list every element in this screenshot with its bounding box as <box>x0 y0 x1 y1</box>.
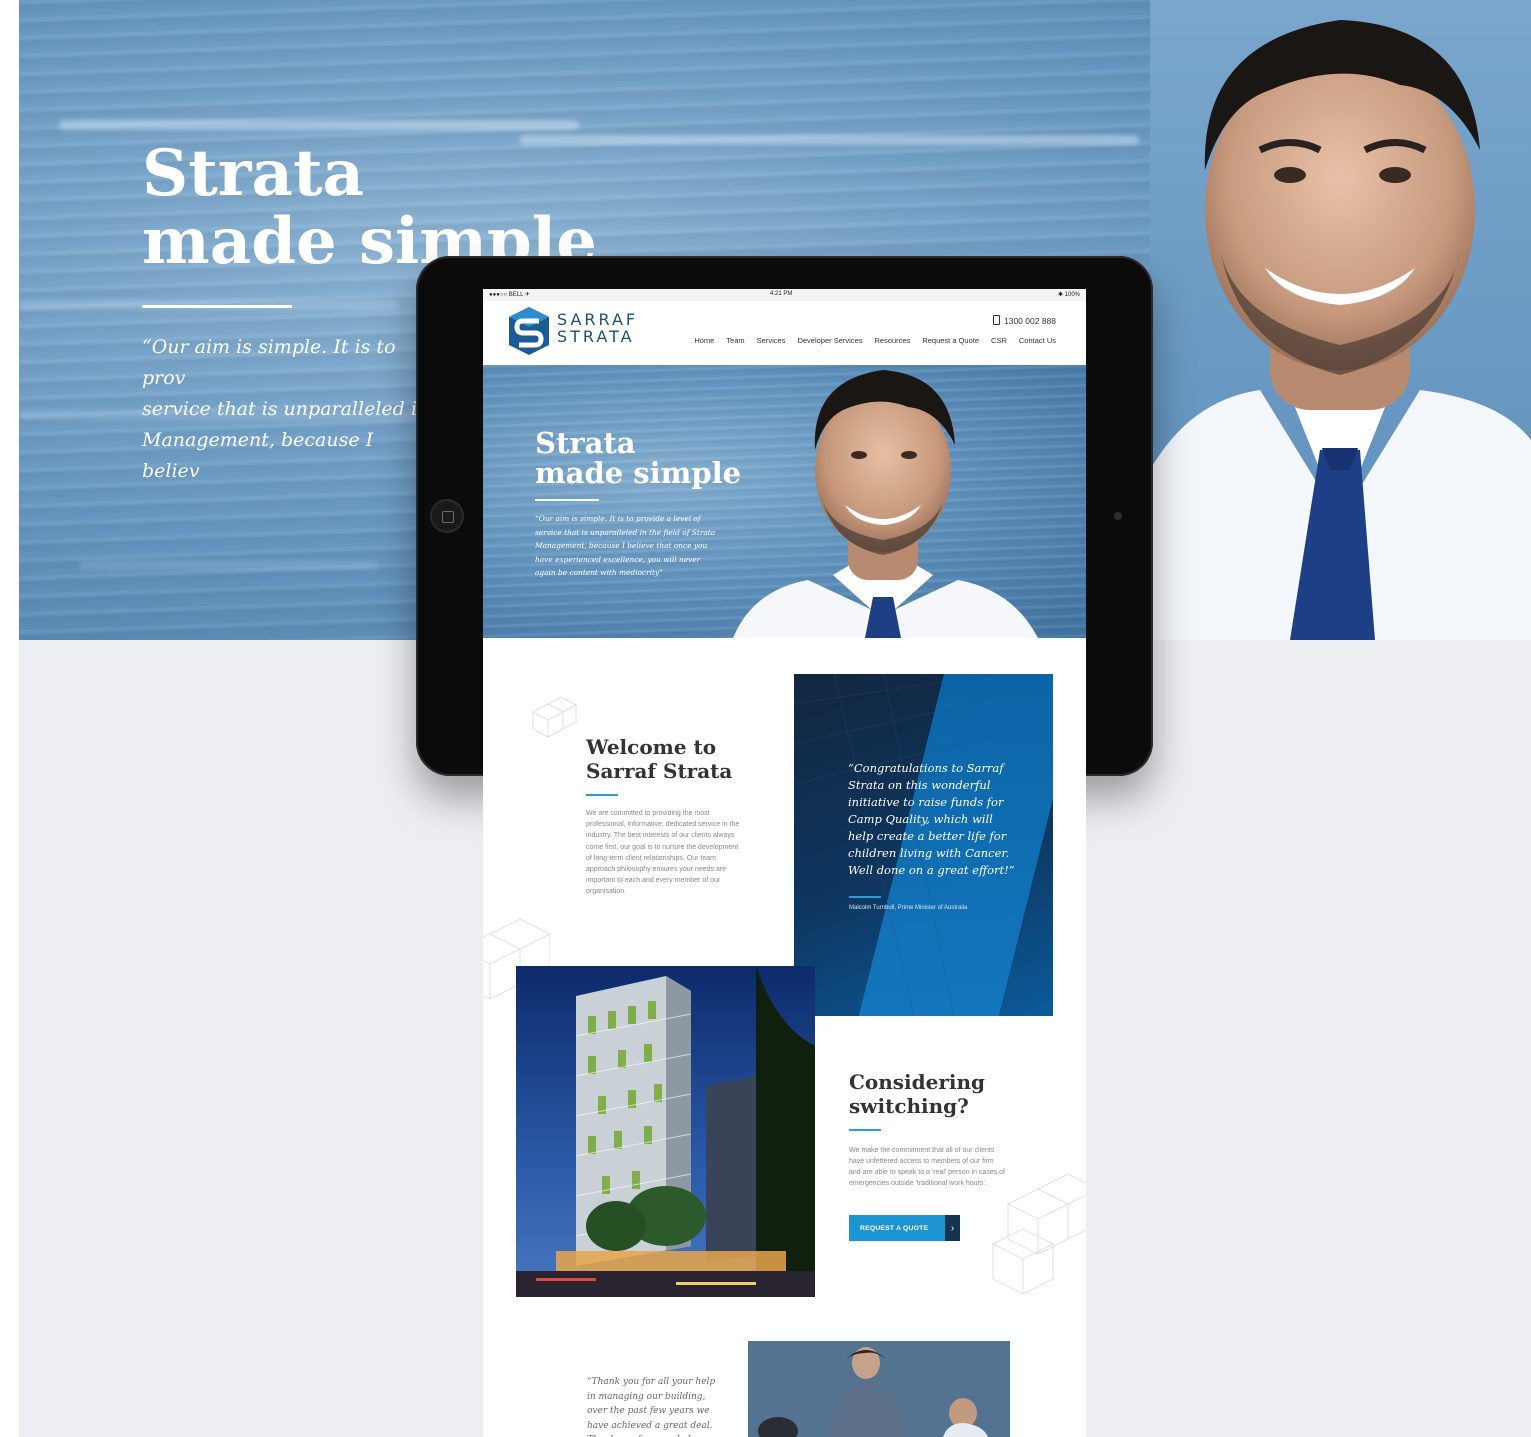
background-hero-quote: “Our aim is simple. It is to prov servic… <box>142 336 429 492</box>
request-quote-button[interactable]: REQUEST A QUOTE › <box>849 1215 960 1241</box>
testimonial-quote: “Congratulations to Sarraf Strata on thi… <box>848 761 1015 877</box>
testimonial-panel: “Congratulations to Sarraf Strata on thi… <box>794 674 1053 1016</box>
nav-resources[interactable]: Resources <box>874 336 910 345</box>
site-hero-rule <box>535 499 599 501</box>
texture-streak <box>519 135 1139 145</box>
sarraf-logo-icon[interactable] <box>509 307 549 355</box>
status-battery: ✱ 100% <box>1057 292 1080 298</box>
camera-icon <box>1114 512 1122 520</box>
testimonial-author: Malcolm Turnbull, Prime Minister of Aust… <box>849 905 968 911</box>
texture-streak <box>79 560 379 570</box>
welcome-body: We are committed to providing the most p… <box>586 810 740 896</box>
tablet-screen: ●●●○○ BELL ✈ 4:21 PM ✱ 100% SARRAF STRATA… <box>483 289 1086 1437</box>
site-hero-quote: “Our aim is simple. It is to provide a l… <box>535 514 716 578</box>
status-bar: ●●●○○ BELL ✈ 4:21 PM ✱ 100% <box>483 289 1086 301</box>
nav-request-quote[interactable]: Request a Quote <box>922 336 979 345</box>
nav-home[interactable]: Home <box>694 336 714 345</box>
phone-icon <box>993 315 1000 325</box>
site-hero: Strata made simple “Our aim is simple. I… <box>483 365 1086 638</box>
phone-number[interactable]: 1300 002 888 <box>993 315 1056 326</box>
welcome-title: Welcome to Sarraf Strata <box>586 735 733 783</box>
hero-portrait <box>733 370 1038 638</box>
home-button-icon <box>430 499 464 533</box>
nav-csr[interactable]: CSR <box>991 336 1007 345</box>
nav-team[interactable]: Team <box>726 336 744 345</box>
nav-services[interactable]: Services <box>757 336 786 345</box>
testimonial-accent-rule <box>849 896 881 898</box>
switching-accent-rule <box>849 1129 881 1131</box>
nav-contact-us[interactable]: Contact Us <box>1019 336 1056 345</box>
status-carrier: ●●●○○ BELL ✈ <box>489 292 530 298</box>
site-hero-title: Strata made simple <box>535 426 742 490</box>
texture-streak <box>59 120 579 130</box>
thanks-testimonial: “Thank you for all your help in managing… <box>587 1377 716 1437</box>
background-hero-rule <box>142 305 292 308</box>
switching-title: Considering switching? <box>849 1070 986 1118</box>
chevron-right-icon: › <box>945 1215 960 1241</box>
page-margin <box>0 0 19 1437</box>
hero-portrait-large <box>1150 0 1531 640</box>
welcome-accent-rule <box>586 794 618 796</box>
site-header: SARRAF STRATA 1300 002 888 Home Team Serv… <box>483 301 1086 365</box>
main-nav: Home Team Services Developer Services Re… <box>682 336 1056 345</box>
request-quote-label: REQUEST A QUOTE <box>860 1224 929 1232</box>
switching-body: We make the commitment that all of our c… <box>849 1147 1005 1187</box>
status-time: 4:21 PM <box>770 291 793 297</box>
nav-developer-services[interactable]: Developer Services <box>797 336 862 345</box>
logo-wordmark[interactable]: SARRAF STRATA <box>557 311 638 345</box>
cube-pattern-icon <box>531 697 578 738</box>
meeting-photo <box>748 1341 1010 1437</box>
building-photo <box>516 966 815 1297</box>
